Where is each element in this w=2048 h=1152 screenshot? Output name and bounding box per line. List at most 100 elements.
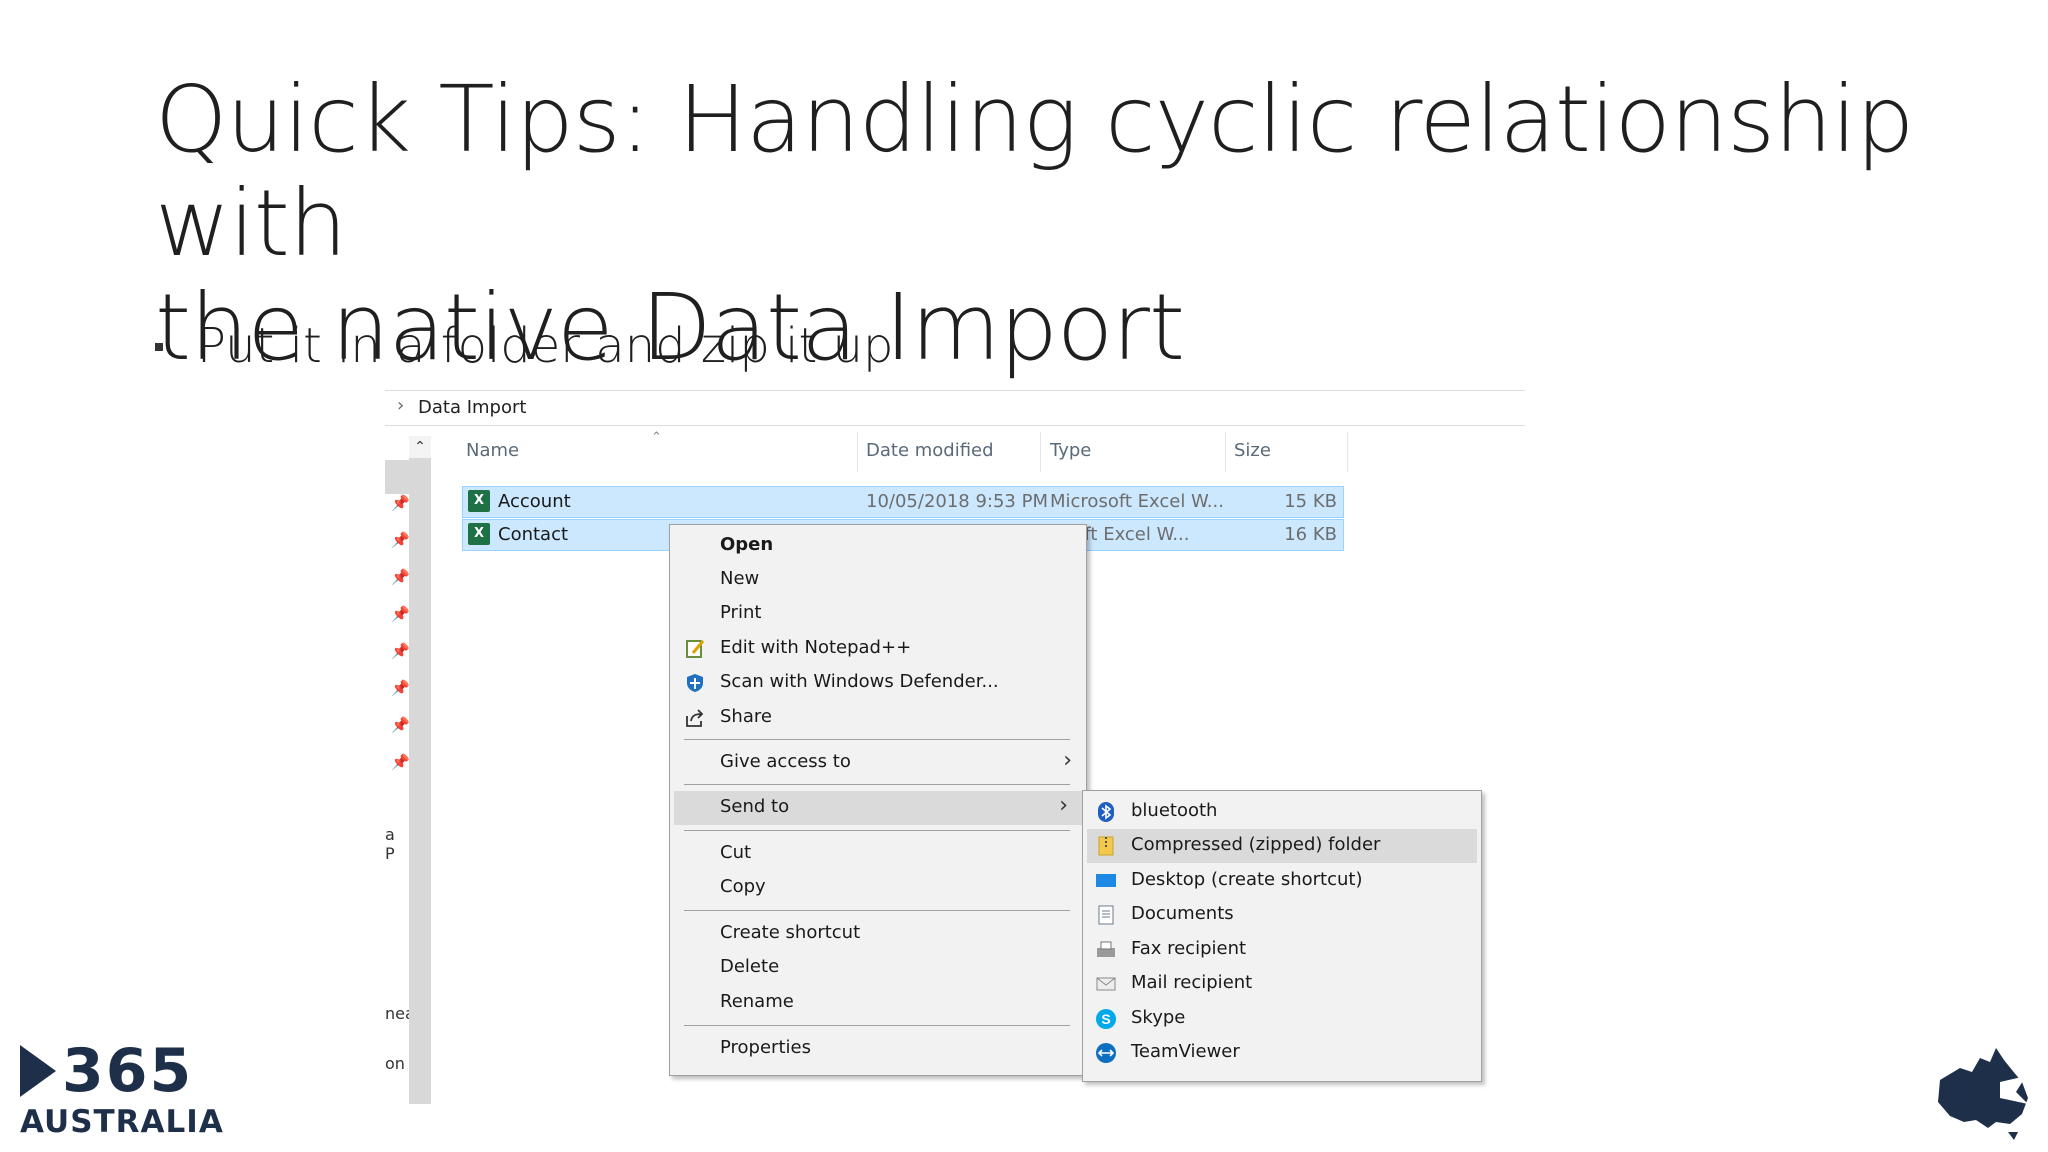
menu-item-send-to[interactable]: Send to › xyxy=(674,791,1082,825)
notepad-icon xyxy=(684,638,706,660)
file-name: Account xyxy=(498,491,571,512)
chevron-right-icon[interactable]: › xyxy=(397,395,404,416)
menu-item-share[interactable]: Share xyxy=(670,701,1086,733)
skype-icon: S xyxy=(1095,1008,1117,1030)
menu-item-rename[interactable]: Rename xyxy=(670,986,1086,1018)
menu-item-bluetooth[interactable]: bluetooth xyxy=(1083,795,1481,827)
menu-separator xyxy=(684,784,1070,785)
menu-item-scan-defender[interactable]: Scan with Windows Defender... xyxy=(670,666,1086,698)
menu-item-compressed-folder[interactable]: Compressed (zipped) folder xyxy=(1087,829,1477,863)
menu-item-label: TeamViewer xyxy=(1131,1041,1240,1062)
column-header-name[interactable]: Name xyxy=(466,440,519,461)
pin-icon[interactable]: 📌 xyxy=(391,531,410,549)
menu-item-label: Copy xyxy=(720,876,766,897)
teamviewer-icon xyxy=(1095,1042,1117,1064)
file-row[interactable]: X Account 10/05/2018 9:53 PM Microsoft E… xyxy=(462,486,1344,518)
menu-item-label: Compressed (zipped) folder xyxy=(1131,834,1381,855)
bullet-text: Put it in a folder and zip it up xyxy=(197,318,894,374)
scrollbar[interactable]: ⌃ xyxy=(409,436,431,1104)
d365-australia-logo: 365 AUSTRALIA xyxy=(20,1041,224,1140)
pin-icon[interactable]: 📌 xyxy=(391,716,410,734)
menu-item-label: Print xyxy=(720,602,762,623)
send-to-submenu: bluetooth Compressed (zipped) folder Des… xyxy=(1082,790,1482,1082)
pin-icon[interactable]: 📌 xyxy=(391,568,410,586)
menu-item-fax[interactable]: Fax recipient xyxy=(1083,933,1481,965)
excel-icon: X xyxy=(468,490,490,512)
slide-title-line-1: Quick Tips: Handling cyclic relationship… xyxy=(155,66,1914,277)
file-type: Microsoft Excel W... xyxy=(1050,491,1224,512)
column-divider[interactable] xyxy=(1040,432,1041,472)
pin-icon[interactable]: 📌 xyxy=(391,642,410,660)
menu-item-label: Open xyxy=(720,534,774,555)
chevron-right-icon: › xyxy=(1059,793,1068,818)
chevron-right-icon: › xyxy=(1063,748,1072,773)
menu-item-label: New xyxy=(720,568,760,589)
bluetooth-icon xyxy=(1095,801,1117,823)
australia-map-icon xyxy=(1930,1040,2040,1144)
bullet-item: Put it in a folder and zip it up xyxy=(155,318,893,374)
menu-item-delete[interactable]: Delete xyxy=(670,951,1086,983)
menu-item-teamviewer[interactable]: TeamViewer xyxy=(1083,1036,1481,1068)
logo-country: AUSTRALIA xyxy=(20,1104,224,1140)
menu-item-label: Delete xyxy=(720,956,780,977)
menu-item-create-shortcut[interactable]: Create shortcut xyxy=(670,917,1086,949)
file-date: 10/05/2018 9:53 PM xyxy=(866,491,1048,512)
menu-item-label: Properties xyxy=(720,1037,811,1058)
shield-icon xyxy=(684,672,706,694)
menu-item-label: Cut xyxy=(720,842,752,863)
menu-item-documents[interactable]: Documents xyxy=(1083,898,1481,930)
menu-item-desktop[interactable]: Desktop (create shortcut) xyxy=(1083,864,1481,896)
menu-separator xyxy=(684,1025,1070,1026)
play-icon xyxy=(20,1045,56,1097)
menu-item-open[interactable]: Open xyxy=(670,529,1086,561)
menu-item-label: Skype xyxy=(1131,1007,1186,1028)
menu-separator xyxy=(684,830,1070,831)
menu-item-label: bluetooth xyxy=(1131,800,1218,821)
mail-icon xyxy=(1095,973,1117,995)
menu-item-print[interactable]: Print xyxy=(670,597,1086,629)
excel-icon: X xyxy=(468,523,490,545)
nav-item-fragment[interactable]: on xyxy=(385,1054,405,1073)
menu-item-give-access[interactable]: Give access to › xyxy=(670,746,1086,778)
column-header-date[interactable]: Date modified xyxy=(866,440,994,461)
menu-item-cut[interactable]: Cut xyxy=(670,837,1086,869)
breadcrumb[interactable]: › Data Import xyxy=(385,390,1525,426)
menu-separator xyxy=(684,910,1070,911)
menu-item-mail[interactable]: Mail recipient xyxy=(1083,967,1481,999)
column-divider[interactable] xyxy=(1347,432,1348,472)
context-menu: Open New Print Edit with Notepad++ Scan … xyxy=(669,524,1087,1076)
menu-item-label: Give access to xyxy=(720,751,851,772)
column-divider[interactable] xyxy=(857,432,858,472)
menu-item-skype[interactable]: S Skype xyxy=(1083,1002,1481,1034)
pin-icon[interactable]: 📌 xyxy=(391,605,410,623)
sort-ascending-icon[interactable]: ⌃ xyxy=(651,430,662,445)
menu-item-edit-notepad[interactable]: Edit with Notepad++ xyxy=(670,632,1086,664)
navigation-pane: 📌 📌 📌 📌 📌 📌 📌 📌 a P nea on xyxy=(385,436,415,1104)
svg-text:S: S xyxy=(1101,1011,1110,1027)
column-header-type[interactable]: Type xyxy=(1050,440,1091,461)
menu-item-label: Edit with Notepad++ xyxy=(720,637,912,658)
menu-item-new[interactable]: New xyxy=(670,563,1086,595)
menu-item-label: Create shortcut xyxy=(720,922,861,943)
nav-item-fragment[interactable]: a P xyxy=(385,825,409,863)
breadcrumb-item[interactable]: Data Import xyxy=(418,397,526,418)
menu-item-label: Rename xyxy=(720,991,794,1012)
explorer-screenshot: › Data Import 📌 📌 📌 📌 📌 📌 📌 📌 a P nea on… xyxy=(385,388,1525,1112)
scroll-up-icon[interactable]: ⌃ xyxy=(409,436,431,458)
pin-icon[interactable]: 📌 xyxy=(391,494,410,512)
menu-item-copy[interactable]: Copy xyxy=(670,871,1086,903)
menu-item-label: Scan with Windows Defender... xyxy=(720,671,999,692)
share-icon xyxy=(684,707,706,729)
menu-item-label: Mail recipient xyxy=(1131,972,1253,993)
menu-item-properties[interactable]: Properties xyxy=(670,1032,1086,1064)
column-header-size[interactable]: Size xyxy=(1234,440,1271,461)
documents-icon xyxy=(1095,904,1117,926)
zip-folder-icon xyxy=(1095,835,1117,857)
pin-icon[interactable]: 📌 xyxy=(391,753,410,771)
column-divider[interactable] xyxy=(1225,432,1226,472)
pin-icon[interactable]: 📌 xyxy=(391,679,410,697)
file-size: 15 KB xyxy=(1284,491,1337,512)
nav-scrollbar-thumb[interactable] xyxy=(385,460,409,494)
logo-number: 365 xyxy=(62,1036,194,1106)
menu-item-label: Fax recipient xyxy=(1131,938,1247,959)
